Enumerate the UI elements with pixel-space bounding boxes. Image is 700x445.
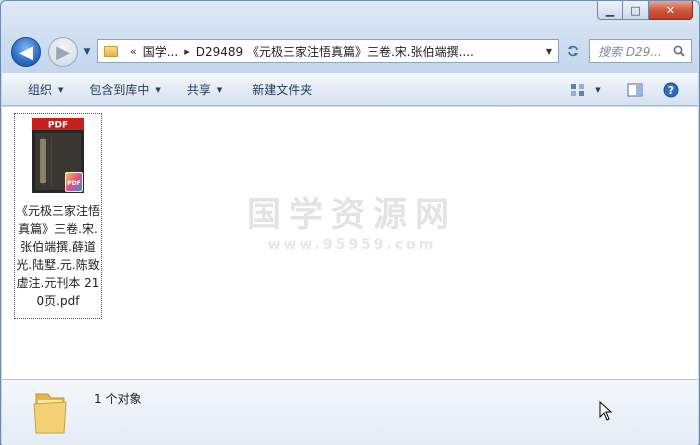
recent-pages-button[interactable]: ▼ xyxy=(81,46,93,58)
preview-pane-icon xyxy=(627,83,643,97)
folder-icon xyxy=(104,45,118,57)
address-bar[interactable]: « 国学... ▸ D29489 《元极三家注悟真篇》三卷.宋.张伯端撰....… xyxy=(97,39,559,63)
chevron-down-icon: ▼ xyxy=(216,85,223,94)
breadcrumb-segment[interactable]: D29489 《元极三家注悟真篇》三卷.宋.张伯端撰.... xyxy=(196,43,474,60)
organize-label: 组织 xyxy=(28,83,53,97)
file-name: 《元极三家注悟真篇》三卷.宋.张伯端撰.薛道光.陆墅.元.陈致虚注.元刊本 21… xyxy=(16,204,101,308)
share-menu[interactable]: 共享 ▼ xyxy=(179,78,230,102)
chevron-down-icon: ▼ xyxy=(58,85,64,94)
breadcrumb-separator[interactable]: ▸ xyxy=(184,45,190,58)
close-button[interactable]: ✕ xyxy=(649,1,693,20)
caption-buttons: ▁ □ ✕ xyxy=(597,1,693,20)
command-bar: 组织 ▼ 包含到库中 ▼ 共享 ▼ 新建文件夹 ▼ ? xyxy=(2,73,698,106)
back-arrow-icon: ◀ xyxy=(19,41,33,63)
watermark-title: 国学资源网 xyxy=(247,195,457,235)
refresh-button[interactable] xyxy=(562,39,584,63)
file-list[interactable]: 国学资源网 www.95959.com PDF PDF 《元极三家注悟真篇》三卷… xyxy=(2,107,698,379)
new-folder-button[interactable]: 新建文件夹 xyxy=(244,78,320,102)
help-icon: ? xyxy=(663,82,679,98)
organize-menu[interactable]: 组织 ▼ xyxy=(20,78,71,102)
watermark-url: www.95959.com xyxy=(267,237,437,253)
search-placeholder: 搜索 D29... xyxy=(598,44,662,59)
help-button[interactable]: ? xyxy=(662,78,680,102)
chevron-down-icon: ▼ xyxy=(155,85,161,94)
new-folder-label: 新建文件夹 xyxy=(252,83,313,97)
include-library-label: 包含到库中 xyxy=(89,83,150,97)
svg-text:?: ? xyxy=(668,84,674,97)
pdf-app-badge-text: PDF xyxy=(67,180,80,187)
back-button[interactable]: ◀ xyxy=(11,37,41,67)
pdf-badge-text: PDF xyxy=(48,121,68,131)
view-grid-icon xyxy=(571,84,584,96)
folder-icon xyxy=(33,393,67,434)
include-library-menu[interactable]: 包含到库中 ▼ xyxy=(81,78,168,102)
mouse-cursor-icon xyxy=(599,401,613,421)
address-overflow[interactable]: « xyxy=(130,45,137,58)
search-input[interactable]: 搜索 D29... xyxy=(589,39,692,63)
change-view-button[interactable] xyxy=(568,78,588,102)
file-item-pdf[interactable]: PDF PDF 《元极三家注悟真篇》三卷.宋.张伯端撰.薛道光.陆墅.元.陈致虚… xyxy=(14,113,102,319)
item-count: 1 个对象 xyxy=(94,392,142,406)
forward-arrow-icon: ▶ xyxy=(56,41,70,63)
explorer-window: ▁ □ ✕ ◀ ▶ ▼ « 国学... ▸ D29489 《元极三家注悟真篇》三… xyxy=(0,0,700,445)
address-dropdown-button[interactable]: ▼ xyxy=(540,40,558,62)
maximize-button[interactable]: □ xyxy=(623,1,649,20)
share-label: 共享 xyxy=(186,83,211,97)
refresh-icon xyxy=(568,45,578,57)
breadcrumb-segment[interactable]: 国学... xyxy=(143,43,178,60)
view-options-dropdown[interactable]: ▼ xyxy=(592,78,604,102)
watermark: 国学资源网 www.95959.com xyxy=(242,195,462,255)
details-pane: 1 个对象 xyxy=(2,379,698,445)
minimize-button[interactable]: ▁ xyxy=(597,1,623,20)
pdf-file-icon: PDF PDF xyxy=(31,117,85,195)
preview-pane-button[interactable] xyxy=(626,78,644,102)
forward-button[interactable]: ▶ xyxy=(48,37,78,67)
search-icon xyxy=(673,45,685,57)
